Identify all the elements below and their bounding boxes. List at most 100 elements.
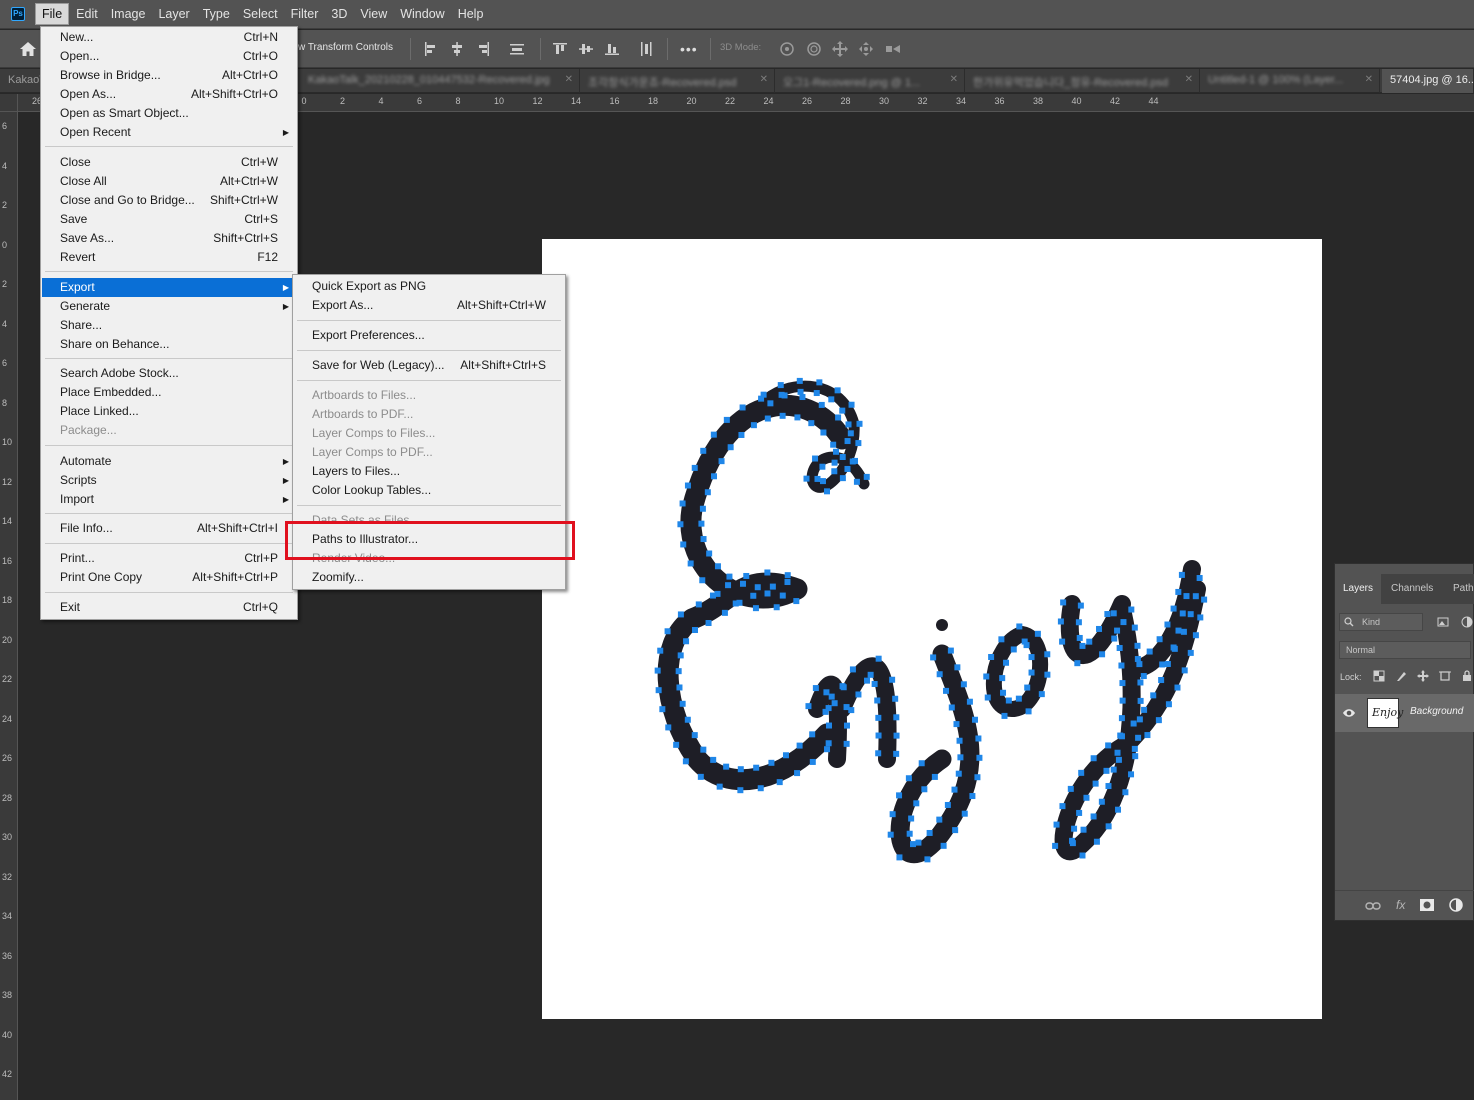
menu-item-layers-to-files[interactable]: Layers to Files... xyxy=(294,462,564,481)
menu-3d[interactable]: 3D xyxy=(325,4,353,24)
path-anchor-point[interactable] xyxy=(737,766,744,773)
lock-all-icon[interactable] xyxy=(1461,670,1473,682)
path-anchor-point[interactable] xyxy=(754,584,761,591)
path-anchor-point[interactable] xyxy=(677,521,684,528)
align-middle-icon[interactable] xyxy=(578,41,594,57)
path-anchor-point[interactable] xyxy=(1090,813,1097,820)
path-anchor-point[interactable] xyxy=(848,707,855,714)
menu-item-scripts[interactable]: Scripts ▶ xyxy=(42,471,296,490)
align-left-icon[interactable] xyxy=(423,41,439,57)
path-anchor-point[interactable] xyxy=(691,464,698,471)
path-anchor-point[interactable] xyxy=(710,756,717,763)
path-anchor-point[interactable] xyxy=(1175,627,1182,634)
3d-roll-icon[interactable] xyxy=(805,40,823,58)
path-anchor-point[interactable] xyxy=(887,831,894,838)
path-anchor-point[interactable] xyxy=(723,763,730,770)
menu-select[interactable]: Select xyxy=(237,4,284,24)
path-anchor-point[interactable] xyxy=(1196,575,1203,582)
path-anchor-point[interactable] xyxy=(1114,627,1121,634)
path-anchor-point[interactable] xyxy=(839,475,846,482)
path-anchor-point[interactable] xyxy=(955,770,962,777)
path-anchor-point[interactable] xyxy=(957,754,964,761)
menu-item-revert[interactable]: Revert F12 xyxy=(42,248,296,267)
path-anchor-point[interactable] xyxy=(764,590,771,597)
path-anchor-point[interactable] xyxy=(1077,602,1084,609)
document-tab[interactable]: KakaoTalk_20210228_010447532-Recovered.j… xyxy=(300,69,580,93)
menu-item-close-all[interactable]: Close All Alt+Ctrl+W xyxy=(42,172,296,191)
path-anchor-point[interactable] xyxy=(1178,571,1185,578)
path-anchor-point[interactable] xyxy=(816,379,823,386)
path-anchor-point[interactable] xyxy=(856,420,863,427)
path-anchor-point[interactable] xyxy=(936,671,943,678)
menu-item-close-and-go-to-bridge[interactable]: Close and Go to Bridge... Shift+Ctrl+W xyxy=(42,191,296,210)
path-anchor-point[interactable] xyxy=(1170,605,1177,612)
lock-artboard-icon[interactable] xyxy=(1439,670,1451,682)
path-anchor-point[interactable] xyxy=(793,598,800,605)
path-anchor-point[interactable] xyxy=(767,400,774,407)
path-anchor-point[interactable] xyxy=(698,520,705,527)
path-anchor-point[interactable] xyxy=(830,441,837,448)
path-anchor-point[interactable] xyxy=(1118,662,1125,669)
path-anchor-point[interactable] xyxy=(999,675,1006,682)
menu-item-save-for-web-legacy[interactable]: Save for Web (Legacy)... Alt+Shift+Ctrl+S xyxy=(294,356,564,375)
path-anchor-point[interactable] xyxy=(796,742,803,749)
path-anchor-point[interactable] xyxy=(1137,697,1144,704)
path-anchor-point[interactable] xyxy=(988,654,995,661)
path-anchor-point[interactable] xyxy=(948,704,955,711)
menu-edit[interactable]: Edit xyxy=(70,4,104,24)
path-anchor-point[interactable] xyxy=(1111,635,1118,642)
path-anchor-point[interactable] xyxy=(727,444,734,451)
path-anchor-point[interactable] xyxy=(1093,838,1100,845)
path-anchor-point[interactable] xyxy=(1059,803,1066,810)
document-tab[interactable]: 오그1-Recovered.png @ 1... ✕ xyxy=(775,69,965,93)
path-anchor-point[interactable] xyxy=(845,421,852,428)
path-anchor-point[interactable] xyxy=(679,700,686,707)
path-anchor-point[interactable] xyxy=(1140,673,1147,680)
path-anchor-point[interactable] xyxy=(1158,677,1165,684)
path-anchor-point[interactable] xyxy=(875,732,882,739)
path-anchor-point[interactable] xyxy=(976,754,983,761)
menu-item-search-adobe-stock[interactable]: Search Adobe Stock... xyxy=(42,364,296,383)
path-anchor-point[interactable] xyxy=(700,447,707,454)
menu-item-share[interactable]: Share... xyxy=(42,316,296,335)
path-anchor-point[interactable] xyxy=(699,577,706,584)
add-mask-icon[interactable] xyxy=(1420,899,1434,911)
3d-scale-icon[interactable] xyxy=(884,40,902,58)
path-anchor-point[interactable] xyxy=(1192,632,1199,639)
path-anchor-point[interactable] xyxy=(831,700,838,707)
path-anchor-point[interactable] xyxy=(984,694,991,701)
path-anchor-point[interactable] xyxy=(819,478,826,485)
path-anchor-point[interactable] xyxy=(1079,642,1086,649)
path-anchor-point[interactable] xyxy=(1118,715,1125,722)
path-anchor-point[interactable] xyxy=(769,583,776,590)
path-anchor-point[interactable] xyxy=(718,458,725,465)
menu-item-browse-in-bridge[interactable]: Browse in Bridge... Alt+Ctrl+O xyxy=(42,66,296,85)
menu-help[interactable]: Help xyxy=(452,4,490,24)
path-anchor-point[interactable] xyxy=(1067,785,1074,792)
path-anchor-point[interactable] xyxy=(808,420,815,427)
path-anchor-point[interactable] xyxy=(1134,642,1141,649)
path-anchor-point[interactable] xyxy=(805,703,812,710)
path-anchor-point[interactable] xyxy=(782,752,789,759)
path-anchor-point[interactable] xyxy=(1016,623,1023,630)
path-anchor-point[interactable] xyxy=(1080,826,1087,833)
path-anchor-point[interactable] xyxy=(1115,756,1122,763)
path-anchor-point[interactable] xyxy=(1117,732,1124,739)
path-anchor-point[interactable] xyxy=(1155,717,1162,724)
menu-item-automate[interactable]: Automate ▶ xyxy=(42,452,296,471)
path-anchor-point[interactable] xyxy=(691,732,698,739)
path-anchor-point[interactable] xyxy=(1038,691,1045,698)
menu-item-open[interactable]: Open... Ctrl+O xyxy=(42,47,296,66)
menu-item-exit[interactable]: Exit Ctrl+Q xyxy=(42,598,296,617)
path-anchor-point[interactable] xyxy=(834,387,841,394)
path-anchor-point[interactable] xyxy=(1132,753,1139,760)
path-anchor-point[interactable] xyxy=(812,455,819,462)
path-anchor-point[interactable] xyxy=(998,636,1005,643)
path-anchor-point[interactable] xyxy=(961,810,968,817)
align-bottom-icon[interactable] xyxy=(604,41,620,57)
path-anchor-point[interactable] xyxy=(1086,638,1093,645)
path-anchor-point[interactable] xyxy=(936,816,943,823)
path-anchor-point[interactable] xyxy=(1116,645,1123,652)
distribute-icon[interactable] xyxy=(509,41,525,57)
menu-item-zoomify[interactable]: Zoomify... xyxy=(294,568,564,587)
